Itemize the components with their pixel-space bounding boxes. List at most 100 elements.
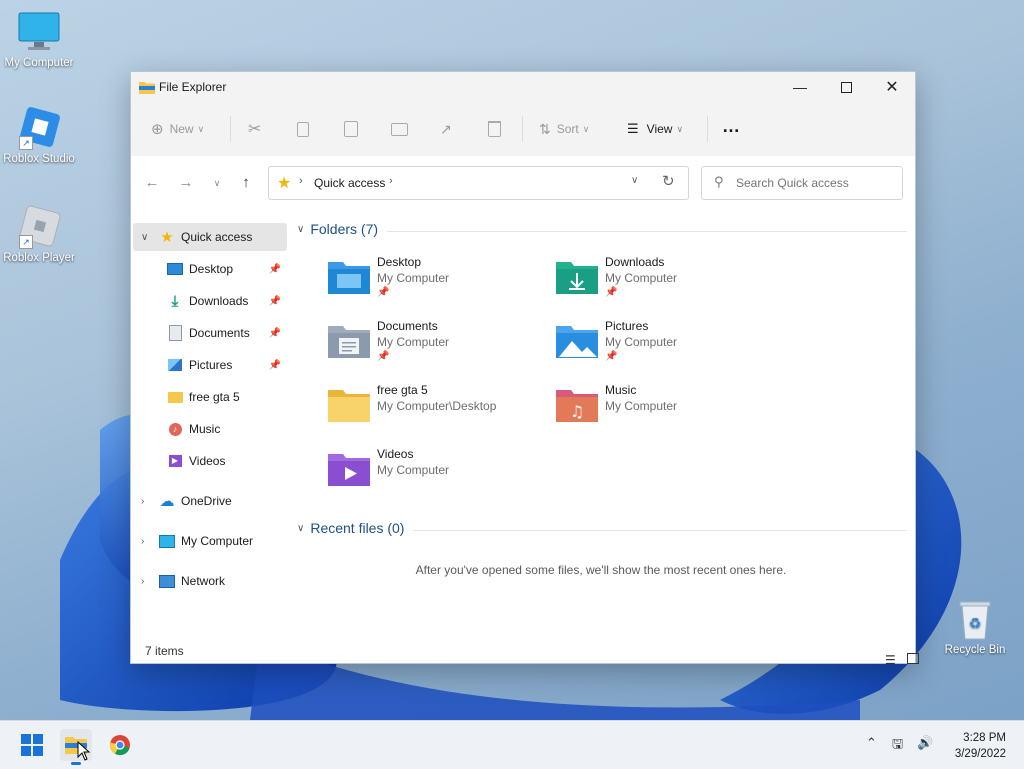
forward-button[interactable]: →	[177, 174, 195, 192]
active-indicator	[71, 762, 81, 765]
window-title: File Explorer	[159, 80, 227, 94]
up-button[interactable]: ↑	[237, 174, 255, 192]
ellipsis-icon: …	[722, 115, 740, 136]
chevron-down-icon: ∨	[297, 522, 305, 534]
search-box[interactable]: ⚲	[701, 166, 903, 200]
view-button[interactable]: ☰ View ∨	[627, 118, 683, 140]
delete-button[interactable]	[488, 118, 501, 140]
start-button[interactable]	[16, 729, 48, 761]
folder-name: Downloads	[605, 255, 665, 269]
folder-item[interactable]: Pictures My Computer 📌	[555, 319, 775, 379]
close-button[interactable]: ✕	[869, 72, 915, 102]
recent-locations-button[interactable]: ∨	[208, 174, 226, 192]
download-icon: ⤓	[171, 292, 179, 310]
chevron-down-icon: ∨	[676, 123, 684, 134]
system-clock[interactable]: 3:28 PM 3/29/2022	[955, 730, 1006, 762]
breadcrumb-quick-access[interactable]: Quick access	[314, 176, 385, 190]
minimize-button[interactable]: —	[777, 72, 823, 102]
desktop-icon-my-computer[interactable]: My Computer	[0, 10, 81, 69]
back-button[interactable]: ←	[143, 174, 161, 192]
content-pane: ∨ Folders (7) Desktop My Computer 📌 Down…	[291, 209, 911, 634]
sidebar-item-label: Documents	[189, 326, 250, 340]
view-button-label: View	[646, 122, 673, 136]
navigation-bar: ← → ∨ ↑ ★ › Quick access › ∨ ↻ ⚲	[131, 156, 915, 208]
network-status-icon[interactable]: 🖫	[892, 735, 903, 757]
sidebar-item-label: Quick access	[181, 230, 253, 244]
show-hidden-icons-button[interactable]: ⌃	[866, 735, 877, 751]
maximize-button[interactable]	[823, 72, 869, 102]
desktop-icon-label: My Computer	[4, 57, 74, 69]
folders-group-label: Folders (7)	[310, 221, 379, 237]
sidebar-item-downloads[interactable]: ⤓ Downloads 📌	[131, 287, 287, 315]
volume-icon[interactable]: 🔊	[917, 735, 933, 751]
chevron-down-icon[interactable]: ∨	[141, 232, 148, 243]
sidebar-item-quick-access[interactable]: ∨ ★ Quick access	[133, 223, 287, 251]
taskbar-chrome-button[interactable]	[104, 729, 136, 761]
folder-location: My Computer	[377, 271, 450, 285]
music-folder-icon: ♫	[556, 390, 598, 422]
desktop-icon-label: Recycle Bin	[944, 644, 1006, 656]
folder-icon	[328, 390, 370, 422]
folder-item[interactable]: ♫ Music My Computer	[555, 383, 775, 443]
search-input[interactable]	[734, 173, 898, 193]
status-bar: 7 items ☰	[131, 634, 919, 667]
sidebar-item-label: Downloads	[189, 294, 249, 308]
folder-location: My Computer	[605, 335, 678, 349]
pin-icon: 📌	[268, 263, 281, 275]
rename-icon	[391, 122, 408, 136]
folder-item[interactable]: Videos My Computer	[327, 447, 547, 507]
folder-name: Music	[605, 383, 637, 397]
more-options-button[interactable]: …	[722, 115, 740, 137]
folder-name: Desktop	[377, 255, 422, 269]
trash-icon	[488, 121, 501, 137]
minimize-icon: —	[793, 79, 807, 95]
pin-icon: 📌	[268, 327, 281, 339]
sidebar-item-my-computer[interactable]: › My Computer	[131, 527, 287, 555]
group-divider	[413, 530, 907, 531]
address-dropdown-icon[interactable]: ∨	[631, 175, 638, 186]
folder-location: My Computer	[377, 463, 450, 477]
share-button[interactable]: ↗	[440, 118, 452, 140]
refresh-icon[interactable]: ↻	[662, 172, 675, 190]
pictures-folder-icon	[556, 326, 598, 358]
folders-group-header[interactable]: ∨ Folders (7)	[297, 221, 378, 237]
sidebar-item-label: Network	[181, 574, 226, 588]
address-bar[interactable]: ★ › Quick access › ∨ ↻	[268, 166, 689, 200]
folder-name: Documents	[377, 319, 438, 333]
scissors-icon: ✂	[248, 121, 262, 138]
folder-item[interactable]: free gta 5 My Computer\Desktop	[327, 383, 547, 443]
desktop-icon-roblox-player[interactable]: ↗ Roblox Player	[0, 205, 81, 264]
chevron-right-icon[interactable]: ›	[141, 496, 144, 507]
videos-folder-icon	[328, 454, 370, 486]
sidebar-item-network[interactable]: › Network	[131, 567, 287, 595]
sidebar-item-videos[interactable]: ▶ Videos	[131, 447, 287, 475]
close-icon: ✕	[885, 79, 899, 96]
taskbar: ⌃ 🖫 🔊 3:28 PM 3/29/2022	[0, 720, 1024, 769]
folder-item[interactable]: Desktop My Computer 📌	[327, 255, 547, 315]
folder-item[interactable]: Downloads My Computer 📌	[555, 255, 775, 315]
cut-button[interactable]: ✂	[248, 118, 261, 140]
chevron-right-icon[interactable]: ›	[141, 536, 144, 547]
chevron-right-icon[interactable]: ›	[141, 576, 144, 587]
copy-button[interactable]	[297, 118, 309, 140]
recent-files-group-header[interactable]: ∨ Recent files (0)	[297, 520, 404, 536]
paste-button[interactable]	[344, 118, 358, 140]
breadcrumb-separator-icon: ›	[389, 175, 393, 187]
folder-item[interactable]: Documents My Computer 📌	[327, 319, 547, 379]
sidebar-item-documents[interactable]: Documents 📌	[131, 319, 287, 347]
sort-button[interactable]: ⇅ Sort ∨	[539, 118, 589, 140]
sidebar-item-music[interactable]: ♪ Music	[131, 415, 287, 443]
sidebar-item-onedrive[interactable]: › ☁ OneDrive	[131, 487, 287, 515]
rename-button[interactable]	[391, 118, 408, 140]
sidebar-item-free-gta-5[interactable]: free gta 5	[131, 383, 287, 411]
desktop-icon-recycle-bin[interactable]: ♻ Recycle Bin	[933, 597, 1017, 656]
file-explorer-window: File Explorer — ✕ ⊕ New ∨ ✂ ↗ ⇅ Sort ∨ ☰…	[130, 71, 919, 667]
sidebar-item-label: My Computer	[181, 534, 254, 548]
sidebar-item-desktop[interactable]: Desktop 📌	[131, 255, 287, 283]
sidebar-item-pictures[interactable]: Pictures 📌	[131, 351, 287, 379]
title-bar[interactable]: File Explorer — ✕	[131, 72, 915, 102]
desktop-icon-roblox-studio[interactable]: ↗ Roblox Studio	[0, 106, 81, 165]
pin-icon: 📌	[605, 351, 618, 362]
recent-files-group-label: Recent files (0)	[310, 520, 405, 536]
new-button[interactable]: ⊕ New ∨	[151, 118, 204, 140]
